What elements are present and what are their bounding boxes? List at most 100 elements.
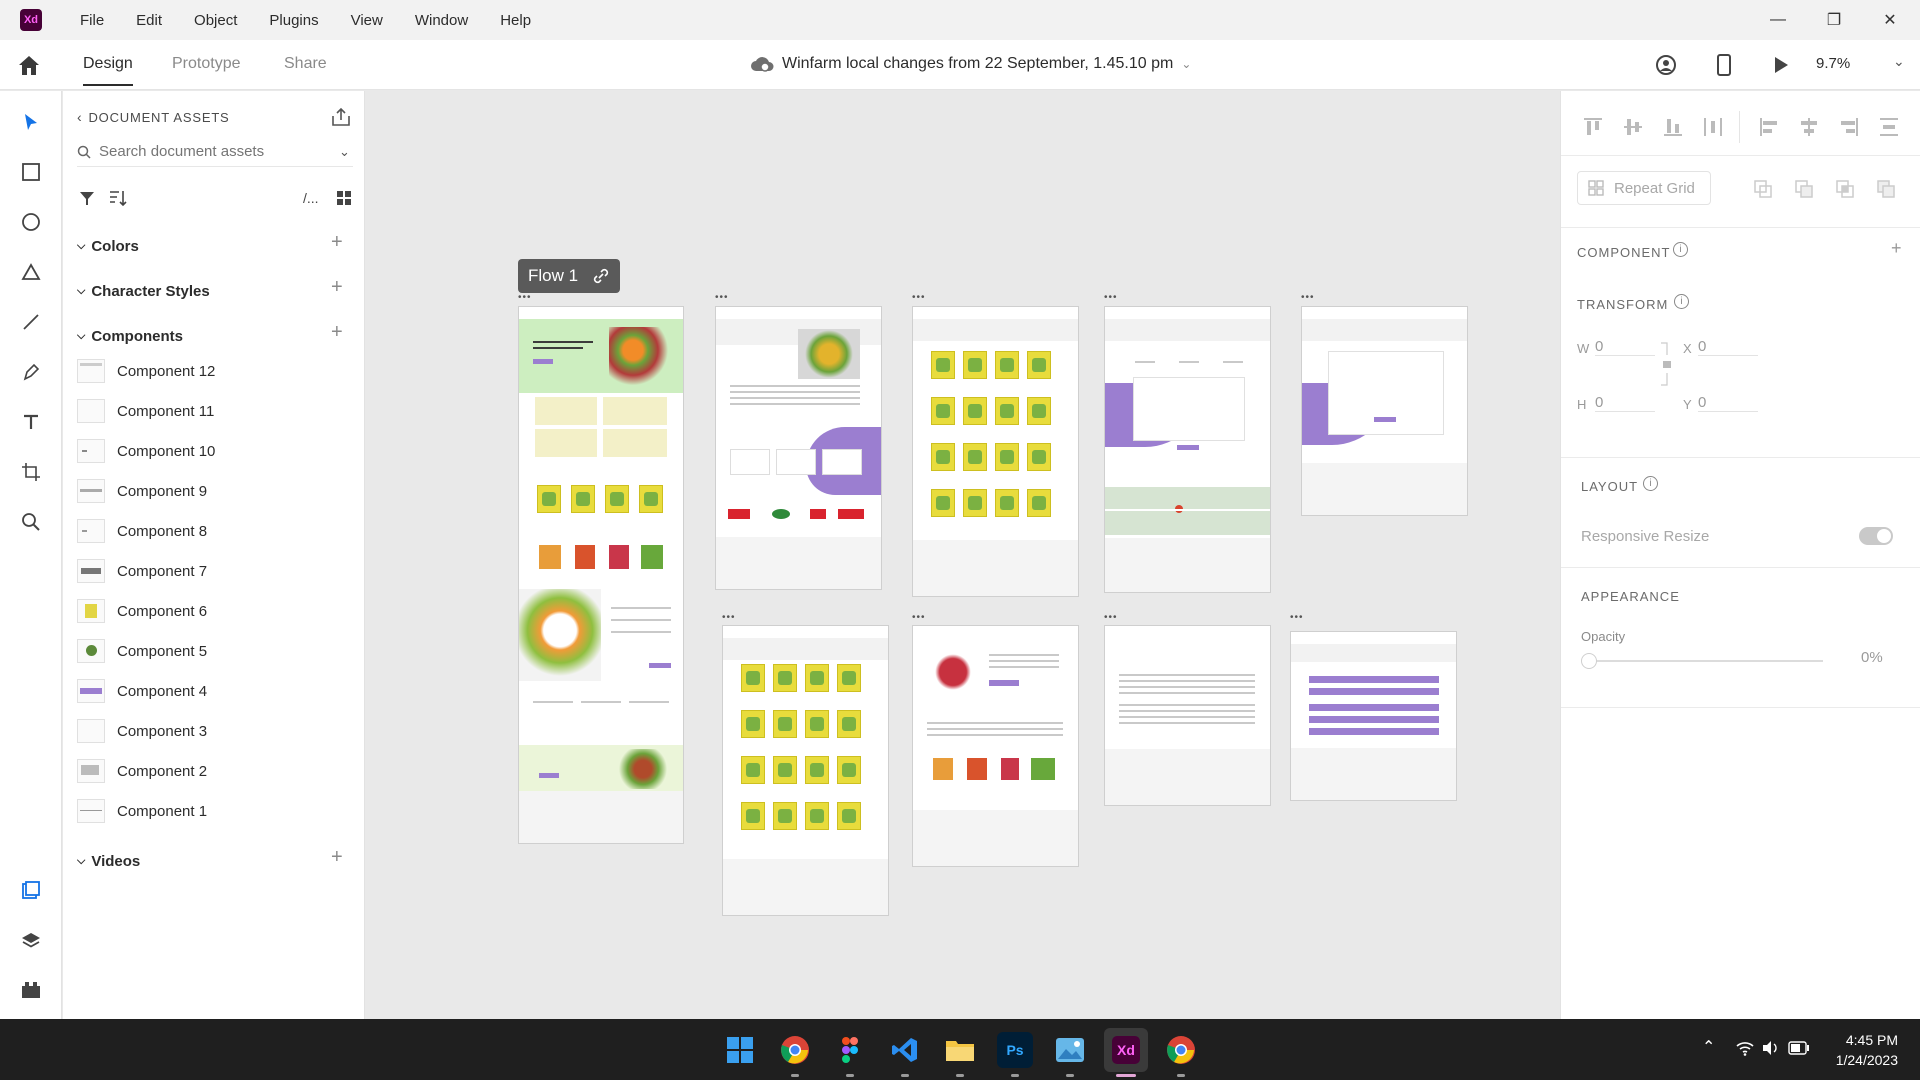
align-right-icon[interactable] [1837,115,1861,139]
artboard-tool-icon[interactable] [18,459,44,485]
zoom-level[interactable]: 9.7% [1816,55,1850,72]
windows-start-icon[interactable] [722,1032,758,1068]
artboard-product-detail[interactable] [912,625,1079,867]
align-center-icon[interactable] [1797,115,1821,139]
export-icon[interactable] [331,107,351,127]
component-item[interactable]: Component 10 [77,436,215,466]
document-assets-icon[interactable] [18,877,44,903]
chevron-left-icon[interactable]: ‹ [77,109,82,125]
search-chevron-icon[interactable]: ⌄ [339,144,350,160]
lock-aspect-icon[interactable] [1659,341,1671,387]
tab-design[interactable]: Design [83,55,133,86]
x-field[interactable]: 0 [1698,338,1758,356]
artboard-best-sellers[interactable] [722,625,889,916]
minimize-button[interactable]: — [1750,0,1806,40]
component-item[interactable]: Component 7 [77,556,207,586]
width-field[interactable]: 0 [1595,338,1655,356]
text-tool-icon[interactable] [18,409,44,435]
grid-view-icon[interactable] [336,190,352,206]
y-field[interactable]: 0 [1698,394,1758,412]
opacity-slider-handle[interactable] [1581,653,1597,669]
wifi-icon[interactable] [1736,1040,1754,1056]
pen-tool-icon[interactable] [18,359,44,385]
device-preview-icon[interactable] [1716,54,1732,76]
boolean-add-icon[interactable] [1753,179,1773,199]
artboard-contact[interactable] [1104,306,1271,593]
menu-view[interactable]: View [335,12,399,29]
component-item[interactable]: Component 4 [77,676,207,706]
file-explorer-icon[interactable] [942,1032,978,1077]
assets-header[interactable]: ‹ DOCUMENT ASSETS [77,109,230,125]
component-item[interactable]: Component 12 [77,356,215,386]
artboard-terms[interactable] [1104,625,1271,806]
component-item[interactable]: Component 2 [77,756,207,786]
component-item[interactable]: Component 8 [77,516,207,546]
artboard-home[interactable] [518,306,684,844]
path-view-toggle[interactable]: /... [303,190,319,206]
boolean-intersect-icon[interactable] [1835,179,1855,199]
rectangle-tool-icon[interactable] [18,159,44,185]
tab-prototype[interactable]: Prototype [172,55,240,73]
colors-section-header[interactable]: ⌵ Colors [77,238,139,255]
volume-icon[interactable] [1762,1040,1780,1056]
menu-plugins[interactable]: Plugins [253,12,334,29]
align-top-icon[interactable] [1581,115,1605,139]
battery-icon[interactable] [1788,1041,1810,1055]
info-icon[interactable]: i [1673,242,1688,257]
zoom-tool-icon[interactable] [18,509,44,535]
menu-edit[interactable]: Edit [120,12,178,29]
component-item[interactable]: Component 5 [77,636,207,666]
component-item[interactable]: Component 11 [77,396,214,426]
document-title[interactable]: Winfarm local changes from 22 September,… [750,55,1191,73]
artboard-products[interactable] [912,306,1079,597]
component-item[interactable]: Component 3 [77,716,207,746]
boolean-exclude-icon[interactable] [1876,179,1896,199]
menu-object[interactable]: Object [178,12,253,29]
menu-file[interactable]: File [64,12,120,29]
polygon-tool-icon[interactable] [18,259,44,285]
adobe-xd-taskbar-icon[interactable]: Xd [1104,1028,1148,1077]
chrome-alt-icon[interactable] [1163,1032,1199,1077]
distribute-horizontal-icon[interactable] [1701,115,1725,139]
align-middle-icon[interactable] [1621,115,1645,139]
add-character-style-button[interactable]: + [331,276,343,299]
responsive-resize-toggle[interactable] [1859,527,1893,545]
vscode-icon[interactable] [887,1032,923,1077]
component-item[interactable]: Component 9 [77,476,207,506]
system-clock[interactable]: 4:45 PM 1/24/2023 [1828,1030,1898,1070]
share-user-icon[interactable] [1655,54,1677,76]
layers-icon[interactable] [18,927,44,953]
menu-window[interactable]: Window [399,12,484,29]
ellipse-tool-icon[interactable] [18,209,44,235]
tab-share[interactable]: Share [284,55,327,73]
boolean-subtract-icon[interactable] [1794,179,1814,199]
restore-button[interactable]: ❐ [1806,0,1862,40]
menu-help[interactable]: Help [484,12,547,29]
play-preview-icon[interactable] [1772,55,1790,75]
videos-section-header[interactable]: ⌵ Videos [77,853,140,870]
line-tool-icon[interactable] [18,309,44,335]
artboard-about[interactable] [715,306,882,590]
figma-icon[interactable] [832,1032,868,1077]
select-tool-icon[interactable] [18,109,44,135]
sort-icon[interactable] [108,189,128,207]
character-styles-section-header[interactable]: ⌵ Character Styles [77,283,210,300]
repeat-grid-button[interactable]: Repeat Grid [1577,171,1711,205]
info-icon[interactable]: i [1643,476,1658,491]
height-field[interactable]: 0 [1595,394,1655,412]
opacity-value[interactable]: 0% [1861,649,1883,666]
filter-icon[interactable] [79,190,95,206]
close-window-button[interactable]: ✕ [1862,0,1918,40]
search-input[interactable] [99,143,319,160]
component-item[interactable]: Component 1 [77,796,207,826]
add-component-state-button[interactable]: + [1891,238,1902,259]
add-component-button[interactable]: + [331,321,343,344]
add-video-button[interactable]: + [331,846,343,869]
distribute-vertical-icon[interactable] [1877,115,1901,139]
photoshop-icon[interactable]: Ps [997,1032,1033,1077]
info-icon[interactable]: i [1674,294,1689,309]
home-icon[interactable] [16,53,42,77]
plugins-icon[interactable] [18,977,44,1003]
zoom-chevron-icon[interactable]: ⌄ [1893,53,1905,70]
component-item[interactable]: Component 6 [77,596,207,626]
